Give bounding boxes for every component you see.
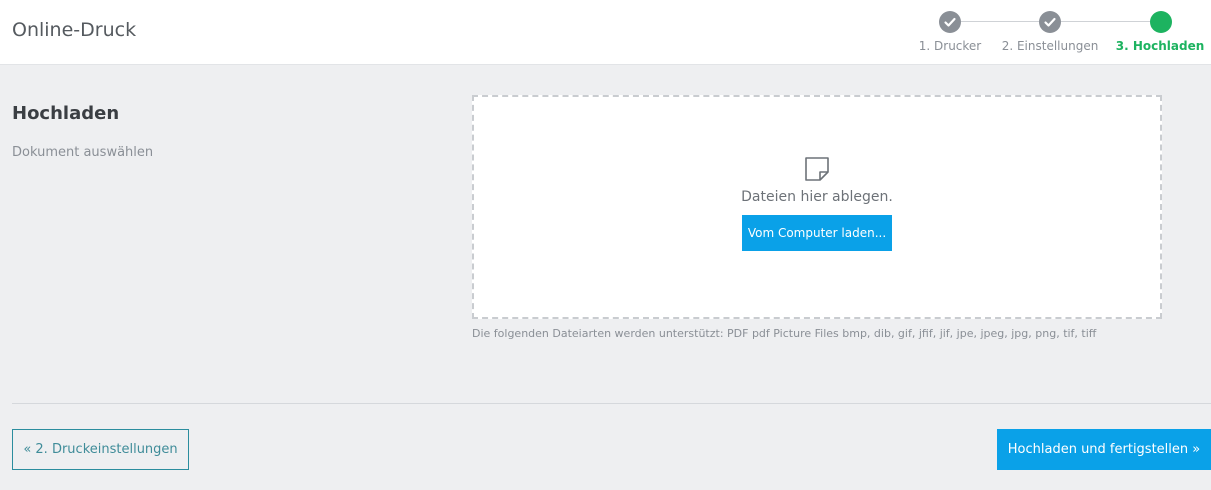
- upload-from-computer-button[interactable]: Vom Computer laden...: [742, 215, 892, 251]
- check-icon: [944, 17, 956, 27]
- step-1-label: 1. Drucker: [918, 39, 982, 53]
- app-title: Online-Druck: [12, 19, 137, 41]
- back-to-settings-button[interactable]: « 2. Druckeinstellungen: [12, 429, 189, 470]
- divider: [12, 403, 1211, 404]
- section-title: Hochladen: [12, 103, 120, 124]
- step-connector: [961, 21, 1039, 22]
- supported-filetypes-text: Die folgenden Dateiarten werden unterstü…: [472, 327, 1097, 340]
- upload-and-finish-button[interactable]: Hochladen und fertigstellen »: [997, 429, 1211, 470]
- progress-stepper: 1. Drucker 2. Einstellungen 3. Hochladen: [900, 8, 1211, 58]
- step-3-label: 3. Hochladen: [1115, 39, 1205, 53]
- section-subtitle: Dokument auswählen: [12, 145, 154, 160]
- step-2-label: 2. Einstellungen: [1001, 39, 1099, 53]
- step-2-indicator: [1039, 11, 1061, 33]
- step-1-indicator: [939, 11, 961, 33]
- step-3-indicator: [1150, 11, 1172, 33]
- dropzone-text: Dateien hier ablegen.: [741, 189, 893, 205]
- check-icon: [1044, 17, 1056, 27]
- file-icon: [805, 157, 829, 181]
- header-bar: Online-Druck 1. Drucker 2. Einstellungen…: [0, 0, 1211, 65]
- file-dropzone[interactable]: Dateien hier ablegen. Vom Computer laden…: [472, 95, 1162, 319]
- step-connector: [1061, 21, 1150, 22]
